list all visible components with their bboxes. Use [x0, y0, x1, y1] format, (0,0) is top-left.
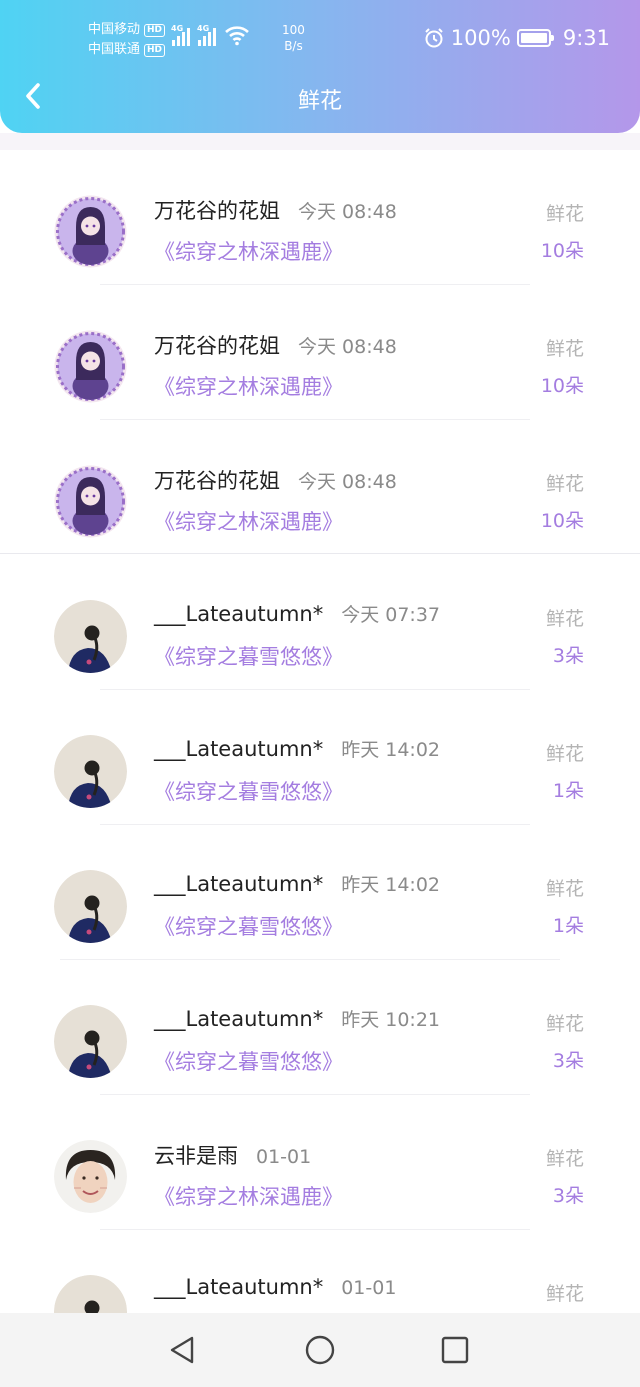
circle-home-icon[interactable] [303, 1333, 337, 1367]
gift-type: 鲜花 [545, 1013, 584, 1035]
list-item[interactable]: 万花谷的花姐 今天 08:48 《综穿之林深遇鹿》 鲜花 10朵 [0, 150, 640, 285]
avatar[interactable] [54, 870, 127, 943]
gift-count: 1朵 [552, 780, 584, 802]
avatar[interactable] [54, 1005, 127, 1078]
net-tag: 4G [171, 24, 184, 33]
user-name[interactable]: 万花谷的花姐 [154, 330, 280, 360]
wifi-icon [225, 26, 249, 46]
user-name[interactable]: 万花谷的花姐 [154, 195, 280, 225]
gift-time: 01-01 [256, 1146, 312, 1168]
name-row: ___Lateautumn* 昨天 14:02 [154, 735, 440, 762]
square-recents-icon[interactable] [438, 1333, 472, 1367]
gift-count: 3朵 [552, 1050, 584, 1072]
gift-time: 01-01 [341, 1277, 397, 1299]
gift-type: 鲜花 [545, 743, 584, 765]
avatar[interactable] [54, 330, 127, 403]
book-title[interactable]: 《综穿之林深遇鹿》 [154, 236, 343, 266]
page-title: 鲜花 [297, 89, 342, 114]
book-title[interactable]: 《综穿之林深遇鹿》 [154, 371, 343, 401]
name-row: ___Lateautumn* 01-01 [154, 1275, 396, 1299]
gift-type: 鲜花 [545, 473, 584, 495]
book-title[interactable]: 《综穿之暮雪悠悠》 [154, 776, 343, 806]
list-item[interactable]: ___Lateautumn* 01-01 鲜花 [0, 1230, 640, 1313]
book-title[interactable]: 《综穿之暮雪悠悠》 [154, 1046, 343, 1076]
user-name[interactable]: ___Lateautumn* [154, 872, 323, 896]
gift-count: 10朵 [540, 375, 584, 397]
signal-indicators: 4G 4G [171, 24, 250, 46]
triangle-back-icon[interactable] [166, 1333, 200, 1367]
book-title[interactable]: 《综穿之暮雪悠悠》 [154, 641, 343, 671]
user-name[interactable]: ___Lateautumn* [154, 1275, 323, 1299]
battery-icon [516, 29, 554, 47]
user-name[interactable]: 云非是雨 [154, 1140, 238, 1170]
gift-count: 3朵 [552, 645, 584, 667]
carrier-2: 中国联通 [88, 42, 141, 57]
status-right: 100% 9:31 [423, 26, 610, 50]
gift-count: 10朵 [540, 510, 584, 532]
hd-badge: HD [144, 43, 166, 57]
gift-time: 今天 07:37 [341, 604, 441, 626]
net-speed-unit: B/s [284, 39, 303, 53]
status-bar: 中国移动 HD 中国联通 HD 4G 4G 100 B/s 100% 9:31 [0, 0, 640, 78]
list-item[interactable]: 万花谷的花姐 今天 08:48 《综穿之林深遇鹿》 鲜花 10朵 [0, 420, 640, 555]
gift-type: 鲜花 [545, 878, 584, 900]
name-row: ___Lateautumn* 昨天 10:21 [154, 1005, 440, 1032]
header-spacer [0, 133, 640, 150]
hd-badge: HD [144, 23, 166, 37]
avatar[interactable] [54, 600, 127, 673]
gift-type: 鲜花 [545, 203, 584, 225]
user-name[interactable]: ___Lateautumn* [154, 1007, 323, 1031]
name-row: 万花谷的花姐 今天 08:48 [154, 330, 397, 360]
gift-time: 今天 08:48 [298, 201, 397, 223]
list-item[interactable]: ___Lateautumn* 昨天 14:02 《综穿之暮雪悠悠》 鲜花 1朵 [0, 825, 640, 960]
book-title[interactable]: 《综穿之林深遇鹿》 [154, 506, 343, 536]
list-item[interactable]: 云非是雨 01-01 《综穿之林深遇鹿》 鲜花 3朵 [0, 1095, 640, 1230]
battery-percent: 100% [450, 26, 511, 50]
signal-1-icon: 4G [171, 24, 190, 46]
name-row: 云非是雨 01-01 [154, 1140, 311, 1170]
gift-time: 昨天 10:21 [341, 1009, 441, 1031]
user-name[interactable]: 万花谷的花姐 [154, 465, 280, 495]
gift-count: 1朵 [552, 915, 584, 937]
gift-count: 10朵 [540, 240, 584, 262]
flower-record-list[interactable]: 万花谷的花姐 今天 08:48 《综穿之林深遇鹿》 鲜花 10朵 万花谷的花姐 … [0, 150, 640, 1313]
section-separator [0, 553, 640, 554]
carrier-1: 中国移动 [88, 22, 141, 37]
avatar[interactable] [54, 195, 127, 268]
gift-count: 3朵 [552, 1185, 584, 1207]
net-tag: 4G [197, 24, 210, 33]
clock-time: 9:31 [562, 26, 610, 50]
list-item[interactable]: ___Lateautumn* 昨天 10:21 《综穿之暮雪悠悠》 鲜花 3朵 [0, 960, 640, 1095]
gift-time: 昨天 14:02 [341, 739, 441, 761]
name-row: 万花谷的花姐 今天 08:48 [154, 195, 397, 225]
list-item[interactable]: ___Lateautumn* 昨天 14:02 《综穿之暮雪悠悠》 鲜花 1朵 [0, 690, 640, 825]
book-title[interactable]: 《综穿之林深遇鹿》 [154, 1181, 343, 1211]
user-name[interactable]: ___Lateautumn* [154, 737, 323, 761]
avatar[interactable] [54, 1275, 127, 1313]
alarm-icon [425, 28, 443, 48]
gift-type: 鲜花 [545, 1283, 584, 1305]
system-nav-bar [0, 1313, 640, 1387]
name-row: ___Lateautumn* 今天 07:37 [154, 600, 440, 627]
gift-time: 昨天 14:02 [341, 874, 441, 896]
gift-type: 鲜花 [545, 338, 584, 360]
name-row: 万花谷的花姐 今天 08:48 [154, 465, 397, 495]
list-item[interactable]: 万花谷的花姐 今天 08:48 《综穿之林深遇鹿》 鲜花 10朵 [0, 285, 640, 420]
carrier-info: 中国移动 HD 中国联通 HD [88, 20, 166, 60]
net-speed-value: 100 [282, 23, 305, 37]
net-speed: 100 B/s [282, 22, 305, 54]
app-header: 中国移动 HD 中国联通 HD 4G 4G 100 B/s 100% 9:31 … [0, 0, 640, 133]
avatar[interactable] [54, 735, 127, 808]
avatar[interactable] [54, 1140, 127, 1213]
gift-time: 今天 08:48 [298, 336, 397, 358]
avatar[interactable] [54, 465, 127, 538]
list-item[interactable]: ___Lateautumn* 今天 07:37 《综穿之暮雪悠悠》 鲜花 3朵 [0, 555, 640, 690]
gift-type: 鲜花 [545, 608, 584, 630]
signal-2-icon: 4G [197, 24, 216, 46]
gift-time: 今天 08:48 [298, 471, 397, 493]
user-name[interactable]: ___Lateautumn* [154, 602, 323, 626]
gift-type: 鲜花 [545, 1148, 584, 1170]
book-title[interactable]: 《综穿之暮雪悠悠》 [154, 911, 343, 941]
name-row: ___Lateautumn* 昨天 14:02 [154, 870, 440, 897]
